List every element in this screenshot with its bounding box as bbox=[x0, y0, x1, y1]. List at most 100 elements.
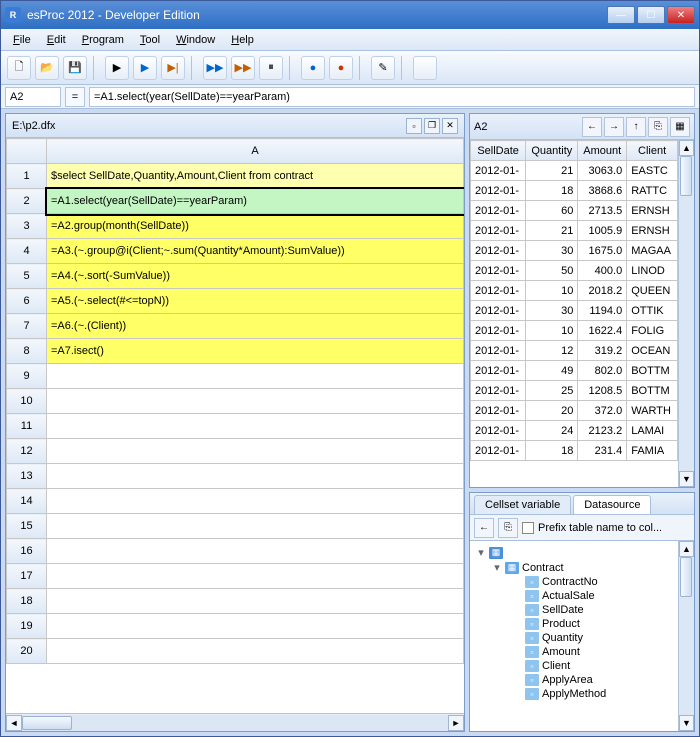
result-cell[interactable]: 10 bbox=[526, 321, 578, 341]
grid-cell[interactable] bbox=[47, 514, 464, 539]
grid-cell[interactable] bbox=[47, 489, 464, 514]
result-cell[interactable]: 21 bbox=[526, 161, 578, 181]
min-doc-icon[interactable]: ▫ bbox=[406, 118, 422, 134]
open-button[interactable]: 📂 bbox=[35, 56, 59, 80]
scroll-right-icon[interactable]: ► bbox=[448, 715, 464, 731]
result-cell[interactable]: 1005.9 bbox=[578, 221, 627, 241]
ds-back-icon[interactable]: ← bbox=[474, 518, 494, 538]
prefix-checkbox[interactable] bbox=[522, 522, 534, 534]
result-cell[interactable]: 2713.5 bbox=[578, 201, 627, 221]
row-header[interactable]: 9 bbox=[7, 364, 47, 389]
result-cell[interactable]: 802.0 bbox=[578, 361, 627, 381]
result-cell[interactable]: OCEAN bbox=[627, 341, 678, 361]
grid-cell[interactable]: $select SellDate,Quantity,Amount,Client … bbox=[47, 164, 464, 189]
grid-icon[interactable]: ▦ bbox=[670, 117, 690, 137]
result-cell[interactable]: 50 bbox=[526, 261, 578, 281]
grid-cell[interactable]: =A4.(~.sort(-SumValue)) bbox=[47, 264, 464, 289]
result-cell[interactable]: QUEEN bbox=[627, 281, 678, 301]
menu-tool[interactable]: Tool bbox=[134, 32, 166, 48]
row-header[interactable]: 8 bbox=[7, 339, 47, 364]
result-cell[interactable]: RATTC bbox=[627, 181, 678, 201]
grid-cell[interactable]: =A7.isect() bbox=[47, 339, 464, 364]
result-cell[interactable]: WARTH bbox=[627, 401, 678, 421]
result-cell[interactable]: 2012-01- bbox=[471, 221, 526, 241]
minimize-button[interactable]: — bbox=[607, 6, 635, 24]
row-header[interactable]: 10 bbox=[7, 389, 47, 414]
datasource-tree[interactable]: ▾▦ ▾▦Contract ▫ContractNo▫ActualSale▫Sel… bbox=[470, 541, 678, 731]
result-cell[interactable]: 2012-01- bbox=[471, 381, 526, 401]
result-cell[interactable]: ERNSH bbox=[627, 221, 678, 241]
close-doc-icon[interactable]: ✕ bbox=[442, 118, 458, 134]
row-header[interactable]: 4 bbox=[7, 239, 47, 264]
tree-table-contract[interactable]: ▾▦Contract bbox=[476, 560, 672, 575]
result-cell[interactable]: 2012-01- bbox=[471, 361, 526, 381]
new-button[interactable]: 🗋 bbox=[7, 56, 31, 80]
tree-column[interactable]: ▫Product bbox=[476, 617, 672, 631]
grid-cell[interactable]: =A1.select(year(SellDate)==yearParam) bbox=[47, 189, 464, 214]
result-cell[interactable]: 2012-01- bbox=[471, 261, 526, 281]
result-cell[interactable]: 2012-01- bbox=[471, 181, 526, 201]
result-cell[interactable]: 2018.2 bbox=[578, 281, 627, 301]
grid-cell[interactable] bbox=[47, 539, 464, 564]
menu-window[interactable]: Window bbox=[170, 32, 221, 48]
result-col-header[interactable]: SellDate bbox=[471, 141, 526, 161]
result-cell[interactable]: 2012-01- bbox=[471, 341, 526, 361]
grid-cell[interactable] bbox=[47, 589, 464, 614]
grid-cell[interactable] bbox=[47, 364, 464, 389]
row-header[interactable]: 11 bbox=[7, 414, 47, 439]
grid-cell[interactable]: =A5.(~.select(#<=topN)) bbox=[47, 289, 464, 314]
result-cell[interactable]: 60 bbox=[526, 201, 578, 221]
row-header[interactable]: 1 bbox=[7, 164, 47, 189]
tab-cellset-variable[interactable]: Cellset variable bbox=[474, 495, 571, 514]
tree-vscroll[interactable]: ▲ ▼ bbox=[678, 541, 694, 731]
row-header[interactable]: 7 bbox=[7, 314, 47, 339]
result-cell[interactable]: 21 bbox=[526, 221, 578, 241]
result-col-header[interactable]: Client bbox=[627, 141, 678, 161]
run-cell-button[interactable]: ▶ bbox=[105, 56, 129, 80]
menu-program[interactable]: Program bbox=[76, 32, 130, 48]
result-cell[interactable]: 1622.4 bbox=[578, 321, 627, 341]
scroll-down-icon[interactable]: ▼ bbox=[679, 471, 694, 487]
tree-column[interactable]: ▫Client bbox=[476, 659, 672, 673]
step-over-button[interactable]: ▶| bbox=[161, 56, 185, 80]
result-cell[interactable]: 2012-01- bbox=[471, 161, 526, 181]
result-cell[interactable]: 400.0 bbox=[578, 261, 627, 281]
row-header[interactable]: 20 bbox=[7, 639, 47, 664]
result-cell[interactable]: 2012-01- bbox=[471, 421, 526, 441]
tree-column[interactable]: ▫ContractNo bbox=[476, 575, 672, 589]
breakpoint-button[interactable]: ● bbox=[301, 56, 325, 80]
grid-cell[interactable] bbox=[47, 639, 464, 664]
grid-cell[interactable] bbox=[47, 389, 464, 414]
row-header[interactable]: 16 bbox=[7, 539, 47, 564]
result-cell[interactable]: 2012-01- bbox=[471, 441, 526, 461]
run-button[interactable]: ▶ bbox=[133, 56, 157, 80]
result-cell[interactable]: 12 bbox=[526, 341, 578, 361]
result-cell[interactable]: 1675.0 bbox=[578, 241, 627, 261]
row-header[interactable]: 12 bbox=[7, 439, 47, 464]
result-cell[interactable]: 18 bbox=[526, 441, 578, 461]
scroll-thumb[interactable] bbox=[22, 716, 72, 730]
result-cell[interactable]: OTTIK bbox=[627, 301, 678, 321]
result-vscroll[interactable]: ▲ ▼ bbox=[678, 140, 694, 487]
horizontal-scrollbar[interactable]: ◄ ► bbox=[6, 713, 464, 731]
result-cell[interactable]: 30 bbox=[526, 301, 578, 321]
result-cell[interactable]: LAMAI bbox=[627, 421, 678, 441]
result-cell[interactable]: ERNSH bbox=[627, 201, 678, 221]
grid-cell[interactable] bbox=[47, 414, 464, 439]
result-cell[interactable]: 10 bbox=[526, 281, 578, 301]
tree-root[interactable]: ▾▦ bbox=[476, 545, 672, 560]
scroll-left-icon[interactable]: ◄ bbox=[6, 715, 22, 731]
result-cell[interactable]: 24 bbox=[526, 421, 578, 441]
result-cell[interactable]: FOLIG bbox=[627, 321, 678, 341]
result-cell[interactable]: FAMIA bbox=[627, 441, 678, 461]
scroll-up-icon[interactable]: ▲ bbox=[679, 140, 694, 156]
result-cell[interactable]: 25 bbox=[526, 381, 578, 401]
menu-file[interactable]: File bbox=[7, 32, 37, 48]
row-header[interactable]: 3 bbox=[7, 214, 47, 239]
tree-column[interactable]: ▫Amount bbox=[476, 645, 672, 659]
ds-copy-icon[interactable]: ⎘ bbox=[498, 518, 518, 538]
grid-cell[interactable]: =A2.group(month(SellDate)) bbox=[47, 214, 464, 239]
result-cell[interactable]: 20 bbox=[526, 401, 578, 421]
code-grid[interactable]: A 1$select SellDate,Quantity,Amount,Clie… bbox=[6, 138, 464, 713]
clear-button[interactable]: ✎ bbox=[371, 56, 395, 80]
